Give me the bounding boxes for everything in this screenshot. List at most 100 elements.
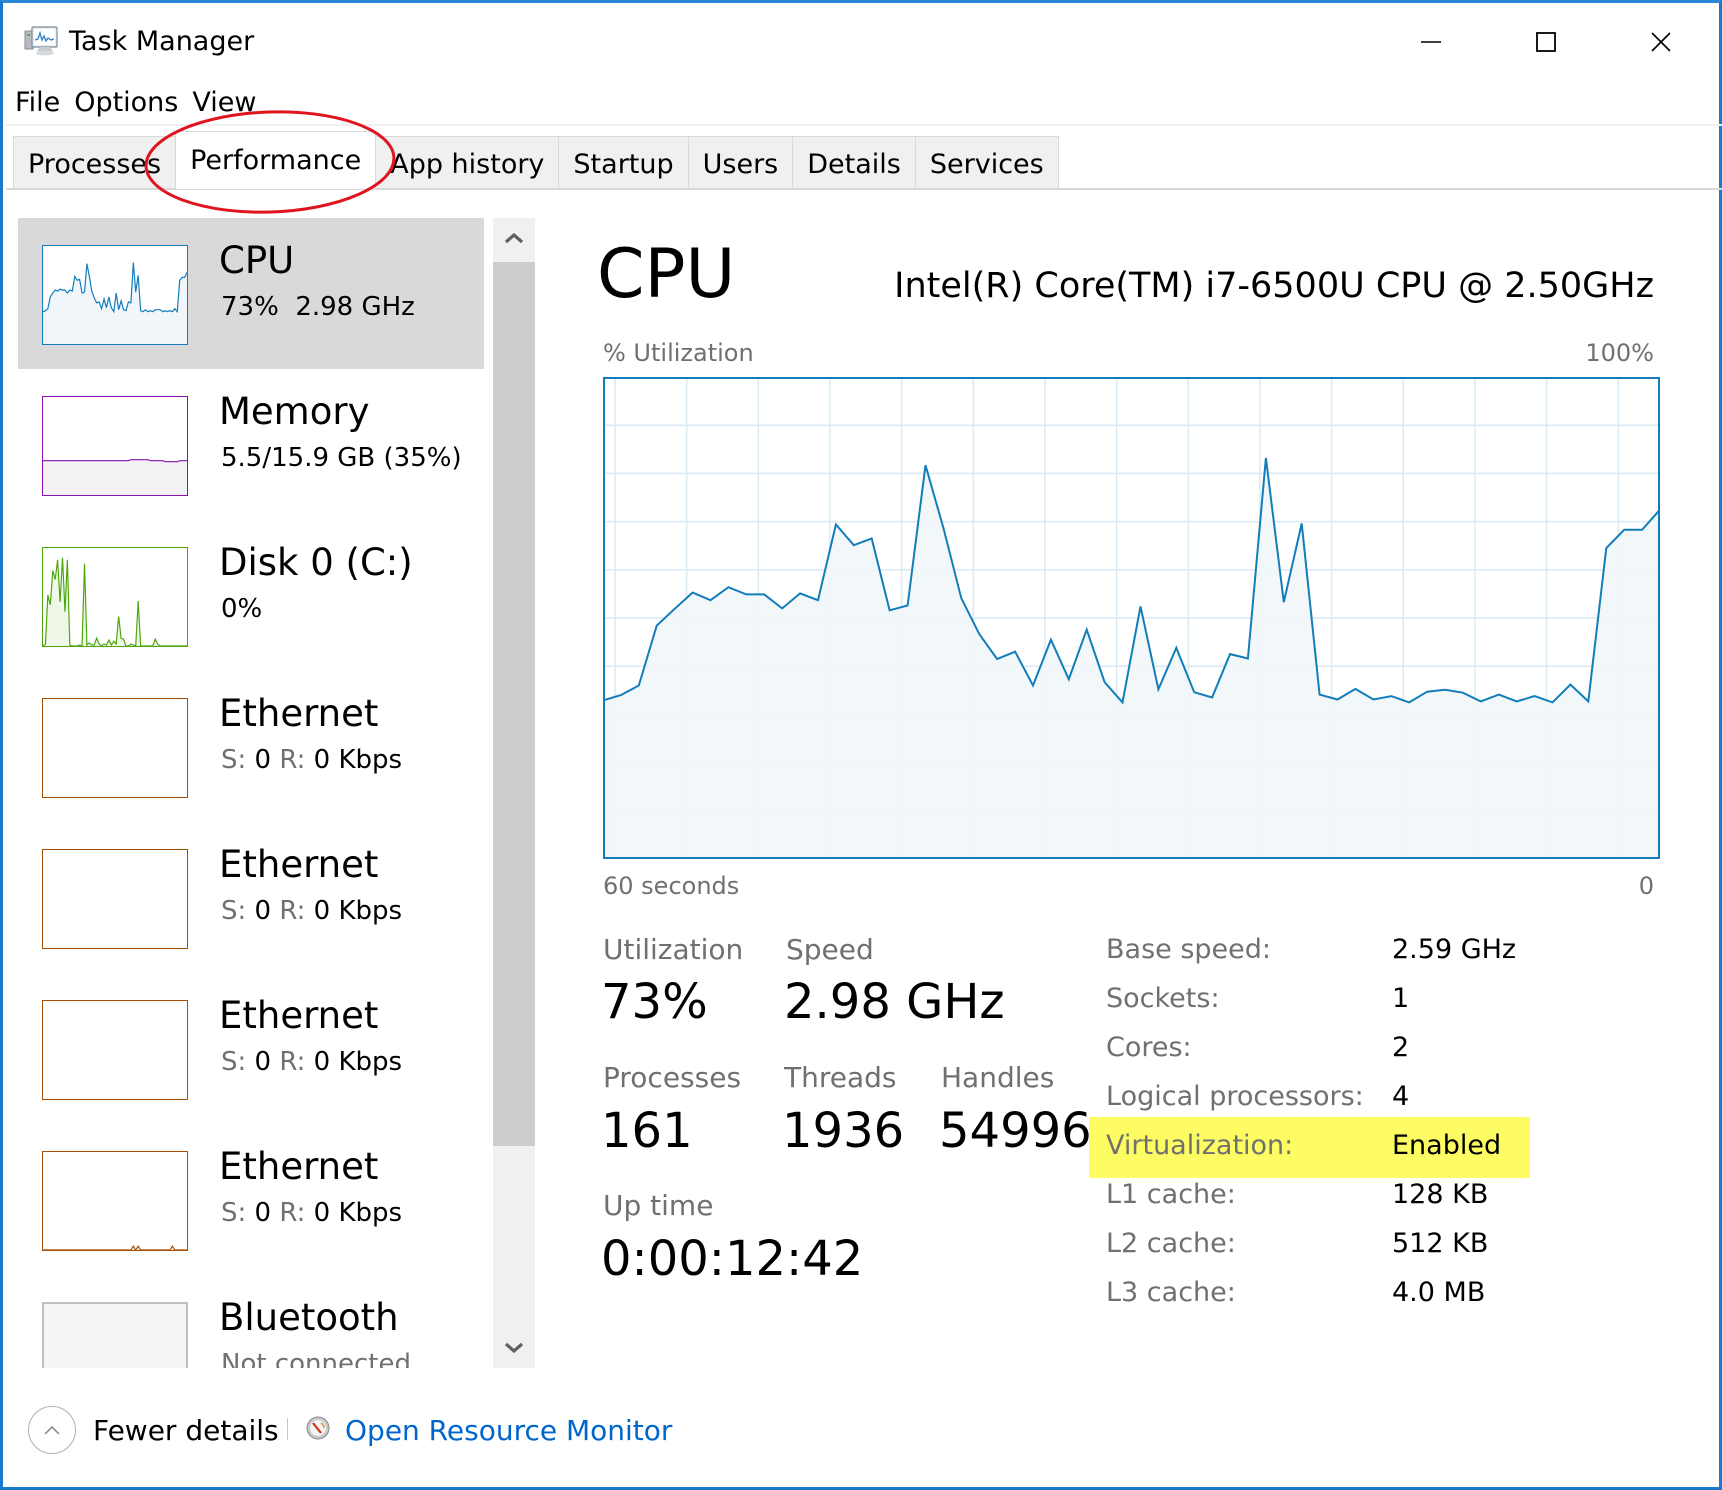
minimize-button[interactable] [1401, 17, 1461, 67]
tab-app-history[interactable]: App history [375, 136, 560, 189]
sidebar-item-label: Ethernet [219, 843, 379, 886]
receive-label: R: [279, 896, 306, 926]
maximize-button[interactable] [1516, 17, 1576, 67]
footer-divider [287, 1418, 288, 1440]
processes-label: Processes [603, 1061, 742, 1094]
receive-value: 0 Kbps [313, 896, 403, 926]
sidebar-item-ethernet-3[interactable]: Ethernet S: 0 R: 0 Kbps [18, 973, 484, 1124]
sidebar-item-bluetooth[interactable]: Bluetooth Not connected [18, 1275, 484, 1368]
sidebar-item-memory[interactable]: Memory 5.5/15.9 GB (35%) [18, 369, 484, 520]
sidebar-item-label: Memory [219, 390, 370, 433]
sidebar-item-label: Ethernet [219, 692, 379, 735]
uptime-value: 0:00:12:42 [601, 1231, 864, 1287]
l2-cache-value: 512 KB [1392, 1228, 1489, 1259]
chart-x-left-label: 60 seconds [603, 872, 740, 900]
virtualization-value: Enabled [1392, 1130, 1502, 1161]
send-value: 0 [254, 745, 272, 775]
cpu-thumbnail-graph [42, 245, 188, 345]
cores-value: 2 [1392, 1032, 1410, 1063]
disk-thumbnail-graph [42, 547, 188, 647]
chart-y-max-label: 100% [1585, 339, 1654, 367]
l1-cache-value: 128 KB [1392, 1179, 1489, 1210]
speed-label: Speed [786, 933, 874, 966]
tab-services[interactable]: Services [914, 136, 1059, 189]
handles-label: Handles [941, 1061, 1055, 1094]
menu-view[interactable]: View [192, 83, 256, 123]
cpu-utilization-chart [603, 377, 1660, 859]
memory-thumbnail-graph [42, 396, 188, 496]
send-label: S: [221, 1047, 247, 1077]
close-icon [1651, 32, 1671, 52]
menu-file[interactable]: File [15, 83, 60, 123]
speed-value: 2.98 GHz [784, 974, 1005, 1030]
scroll-up-button[interactable] [493, 218, 535, 258]
utilization-label: Utilization [603, 933, 744, 966]
sidebar-item-detail: Not connected [221, 1349, 411, 1368]
send-label: S: [221, 896, 247, 926]
tab-processes[interactable]: Processes [13, 136, 177, 189]
chevron-up-icon [504, 232, 524, 244]
thumbnail-area [43, 1246, 187, 1250]
resource-monitor-icon [306, 1416, 330, 1440]
threads-label: Threads [784, 1061, 897, 1094]
sidebar-item-label: Ethernet [219, 1145, 379, 1188]
receive-label: R: [279, 1198, 306, 1228]
receive-value: 0 Kbps [313, 745, 403, 775]
sidebar-item-cpu[interactable]: CPU 73% 2.98 GHz [18, 218, 484, 369]
receive-label: R: [279, 745, 306, 775]
ethernet-thumbnail-graph [42, 1000, 188, 1100]
threads-value: 1936 [782, 1103, 905, 1159]
sidebar-item-ethernet-4[interactable]: Ethernet S: 0 R: 0 Kbps [18, 1124, 484, 1275]
spec-label: L3 cache: [1106, 1277, 1236, 1308]
send-label: S: [221, 1198, 247, 1228]
sidebar-item-label: Bluetooth [219, 1296, 399, 1339]
sidebar-item-ethernet-1[interactable]: Ethernet S: 0 R: 0 Kbps [18, 671, 484, 822]
sidebar-item-ethernet-2[interactable]: Ethernet S: 0 R: 0 Kbps [18, 822, 484, 973]
l3-cache-value: 4.0 MB [1392, 1277, 1486, 1308]
ethernet-thumbnail-graph [42, 1151, 188, 1251]
spec-label: Virtualization: [1106, 1130, 1294, 1161]
tab-details[interactable]: Details [792, 136, 916, 189]
close-button[interactable] [1631, 17, 1691, 67]
spec-label: L1 cache: [1106, 1179, 1236, 1210]
fewer-details-toggle[interactable] [28, 1406, 76, 1454]
spec-label: Base speed: [1106, 934, 1271, 965]
menu-options[interactable]: Options [74, 83, 178, 123]
sidebar-item-detail: S: 0 R: 0 Kbps [221, 743, 402, 777]
maximize-icon [1536, 32, 1556, 52]
sidebar-item-detail: S: 0 R: 0 Kbps [221, 894, 402, 928]
scrollbar-thumb[interactable] [493, 262, 535, 1146]
open-resource-monitor-link[interactable]: Open Resource Monitor [345, 1413, 672, 1449]
utilization-value: 73% [601, 974, 708, 1030]
ethernet-thumbnail-graph [42, 849, 188, 949]
processes-value: 161 [601, 1103, 693, 1159]
chart-y-label: % Utilization [603, 339, 754, 367]
chevron-down-icon [504, 1342, 524, 1354]
window-title: Task Manager [69, 26, 255, 57]
task-manager-app-icon [23, 25, 59, 57]
sidebar-item-detail: S: 0 R: 0 Kbps [221, 1045, 402, 1079]
spec-label: Logical processors: [1106, 1081, 1364, 1112]
menu-bar: File Options View [15, 83, 256, 123]
resource-sidebar: CPU 73% 2.98 GHz Memory 5.5/15.9 GB (35%… [18, 218, 484, 1368]
fewer-details-button[interactable]: Fewer details [93, 1413, 279, 1449]
uptime-label: Up time [603, 1189, 714, 1222]
thumbnail-area [43, 459, 187, 495]
spec-label: L2 cache: [1106, 1228, 1236, 1259]
scroll-down-button[interactable] [493, 1328, 535, 1368]
sidebar-scrollbar[interactable] [493, 218, 535, 1368]
sidebar-item-disk-0[interactable]: Disk 0 (C:) 0% [18, 520, 484, 671]
send-value: 0 [254, 1047, 272, 1077]
thumbnail-line [43, 1244, 187, 1250]
menu-divider [6, 124, 1722, 126]
receive-label: R: [279, 1047, 306, 1077]
send-value: 0 [254, 1198, 272, 1228]
processor-model: Intel(R) Core(TM) i7-6500U CPU @ 2.50GHz [894, 266, 1654, 306]
sidebar-item-label: Ethernet [219, 994, 379, 1037]
base-speed-value: 2.59 GHz [1392, 934, 1517, 965]
tab-users[interactable]: Users [687, 136, 794, 189]
tab-performance[interactable]: Performance [175, 131, 377, 189]
bluetooth-thumbnail-graph [42, 1302, 188, 1368]
tab-startup[interactable]: Startup [558, 136, 689, 189]
sidebar-item-detail: 73% 2.98 GHz [221, 292, 415, 322]
